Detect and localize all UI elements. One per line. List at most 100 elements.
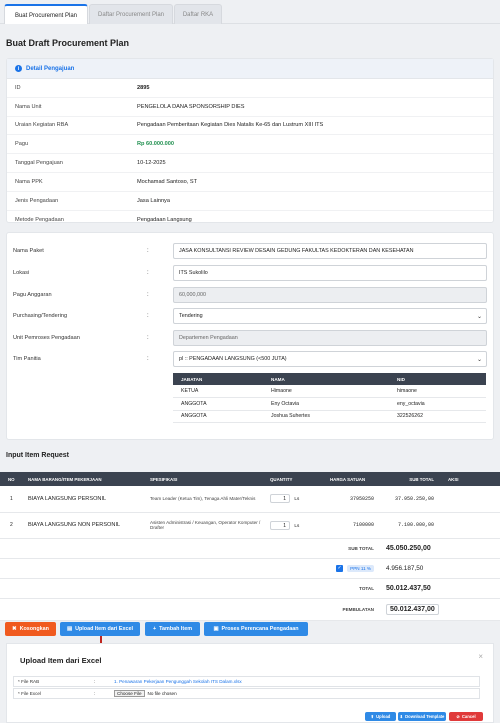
colon: : [147,335,149,341]
item-nama: BIAYA LANGSUNG NON PERSONIL [24,512,146,539]
quantity-input[interactable]: 1 [270,494,290,504]
tambah-item-label: Tambah Item [159,626,192,632]
chevron-down-icon: ⌄ [476,357,482,363]
purchasing-select[interactable]: Tendering ⌄ [173,308,487,324]
items-header-harga: HARGA SATUAN [326,472,382,486]
colon: : [147,248,149,254]
ppn-row: ✓ PPN 11 % 4.956.187,50 [0,558,500,579]
panitia-cell: himaone [389,385,486,398]
close-icon[interactable]: × [478,652,483,661]
panitia-row: ANGGOTA Eny Octavia eny_octavia [173,397,486,411]
item-no: 2 [0,512,24,539]
detail-value: PENGELOLA DANA SPONSORSHIP DIES [137,103,245,110]
detail-row-uraian: Uraian Kegiatan RBA Pengadaan Pemberitaa… [7,117,493,136]
download-icon: ⬇ [399,714,404,719]
file-rab-link[interactable]: 1. Penawaran Pekerjaan Pengunggah Sekola… [114,679,242,684]
upload-excel-label: Upload Item dari Excel [75,626,133,632]
tab-bar: Buat Procurement Plan Daftar Procurement… [0,0,500,24]
detail-label: Nama PPK [15,178,43,185]
subtotal-row: SUB TOTAL 45.050.250,00 [0,538,500,559]
table-row: 1 BIAYA LANGSUNG PERSONIL Team Leader (K… [0,486,500,513]
item-no: 1 [0,486,24,513]
panitia-header-row: JABATAN NAMA NID [173,373,486,385]
detail-label: Metode Pengadaan [15,216,64,223]
pagu-value: Rp 60.000.000 [137,141,175,148]
detail-label: Uraian Kegiatan RBA [15,122,69,129]
nama-paket-input[interactable]: JASA KONSULTANSI REVIEW DESAIN GEDUNG FA… [173,243,487,259]
panitia-row: KETUA Himaone himaone [173,385,486,398]
panitia-header-nid: NID [389,373,486,385]
detail-row-nama-unit: Nama Unit PENGELOLA DANA SPONSORSHIP DIE… [7,98,493,117]
table-row: 2 BIAYA LANGSUNG NON PERSONIL Asisten Ad… [0,512,500,539]
pembulatan-field[interactable]: 50.012.437,00 [382,598,444,621]
detail-card-header: i Detail Pengajuan [7,59,493,79]
tab-daftar-procurement-plan[interactable]: Daftar Procurement Plan [89,4,173,24]
proses-label: Proses Perencana Pengadaan [221,626,299,632]
ppn-badge: PPN 11 % [347,564,374,572]
items-header-quantity: QUANTITY [266,472,326,486]
items-table: NO NAMA BARANG/ITEM PEKERJAAN SPESIFIKAS… [0,472,500,621]
download-template-button[interactable]: ⬇ Download Template [398,712,446,721]
panitia-cell: ANGGOTA [173,397,263,411]
upload-button[interactable]: ⬆ Upload [365,712,396,721]
detail-label: Jenis Pengadaan [15,197,59,204]
ppn-value: 4.956.187,50 [382,558,444,579]
detail-card: i Detail Pengajuan ID 2895 Nama Unit PEN… [6,58,494,223]
panitia-cell: KETUA [173,385,263,398]
detail-row-pagu: Pagu Rp 60.000.000 [7,135,493,155]
items-header-nama: NAMA BARANG/ITEM PEKERJAAN [24,472,146,486]
checkbox-icon[interactable]: ✓ [336,564,344,572]
modal-title: Upload Item dari Excel [20,656,102,665]
detail-row-tanggal: Tanggal Pengajuan 10-12-2025 [7,154,493,173]
download-template-label: Download Template [405,714,445,719]
item-harga: 37950250 [326,486,382,513]
total-label: TOTAL [326,578,382,599]
lokasi-input[interactable]: ITS Sukolilo [173,265,487,281]
detail-value: Mochamad Santoso, ST [137,178,198,185]
tambah-item-button[interactable]: + Tambah Item [145,622,200,636]
detail-value: Jasa Lainnya [137,197,170,204]
item-quantity-cell: 1 Ls [266,512,326,539]
tim-panitia-select[interactable]: pl :: PENGADAAN LANGSUNG (<500 JUTA) ⌄ [173,351,487,367]
kosongkan-button[interactable]: ✖ Kosongkan [5,622,56,636]
cancel-label: Cancel [461,714,476,719]
kosongkan-label: Kosongkan [19,626,49,632]
info-icon: i [15,65,22,72]
detail-row-id: ID 2895 [7,79,493,98]
file-excel-row: * File Excel : Choose File No file chose… [13,688,480,699]
item-aksi [444,486,500,513]
pembulatan-row: PEMBULATAN 50.012.437,00 [0,598,500,621]
unit-pemroses-input: Departemen Pengadaan [173,330,487,346]
proses-perencana-button[interactable]: ▣ Proses Perencana Pengadaan [204,622,308,636]
detail-value: 10-12-2025 [137,160,166,167]
panitia-cell: Eny Octavia [263,397,389,411]
items-header-no: NO [0,472,24,486]
tab-daftar-rka[interactable]: Daftar RKA [174,4,222,24]
item-nama: BIAYA LANGSUNG PERSONIL [24,486,146,513]
tab-buat-procurement-plan[interactable]: Buat Procurement Plan [4,4,88,24]
save-icon: ▣ [213,626,219,632]
detail-value: Pengadaan Pemberitaan Kegiatan Dies Nata… [137,122,324,129]
purchasing-selected: Tendering [179,313,203,319]
detail-value: 2895 [137,84,150,91]
colon: : [147,292,149,298]
detail-label: Tanggal Pengajuan [15,160,63,167]
detail-row-metode: Metode Pengadaan Pengadaan Langsung [7,211,493,230]
choose-file-button[interactable]: Choose File [114,690,145,697]
item-quantity-cell: 1 Ls [266,486,326,513]
colon: : [147,313,149,319]
ppn-toggle[interactable]: ✓ PPN 11 % [326,558,382,579]
quantity-input[interactable]: 1 [270,520,290,530]
subtotal-label: SUB TOTAL [326,538,382,559]
item-spesifikasi: Asisten Administrasi / Keuangan, Operato… [146,512,266,539]
nama-paket-label: Nama Paket [13,248,44,254]
items-section-title: Input Item Request [6,452,70,459]
chevron-down-icon: ⌄ [476,314,482,320]
cancel-button[interactable]: ⊘ Cancel [449,712,483,721]
lokasi-label: Lokasi [13,270,30,276]
upload-icon: ⬆ [370,714,375,719]
panitia-cell: ANGGOTA [173,410,263,423]
upload-excel-button[interactable]: ▤ Upload Item dari Excel [60,622,140,636]
file-rab-row: * File RAB : 1. Penawaran Pekerjaan Peng… [13,676,480,687]
detail-header-label: Detail Pengajuan [26,65,75,72]
